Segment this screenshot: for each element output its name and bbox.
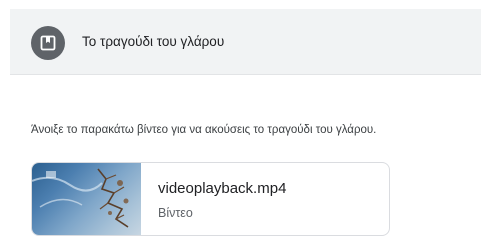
video-thumbnail[interactable] (32, 163, 141, 235)
assignment-title: Το τραγούδι του γλάρου (82, 34, 225, 49)
attachment-file-type: Βίντεο (158, 206, 193, 220)
video-attachment-card[interactable]: videoplayback.mp4 Βίντεο (31, 162, 390, 236)
assignment-header: Το τραγούδι του γλάρου (10, 9, 481, 75)
attachment-file-name[interactable]: videoplayback.mp4 (158, 180, 286, 197)
assignment-description: Άνοιξε το παρακάτω βίντεο για να ακούσει… (31, 124, 377, 136)
bookmark-icon (31, 26, 65, 60)
